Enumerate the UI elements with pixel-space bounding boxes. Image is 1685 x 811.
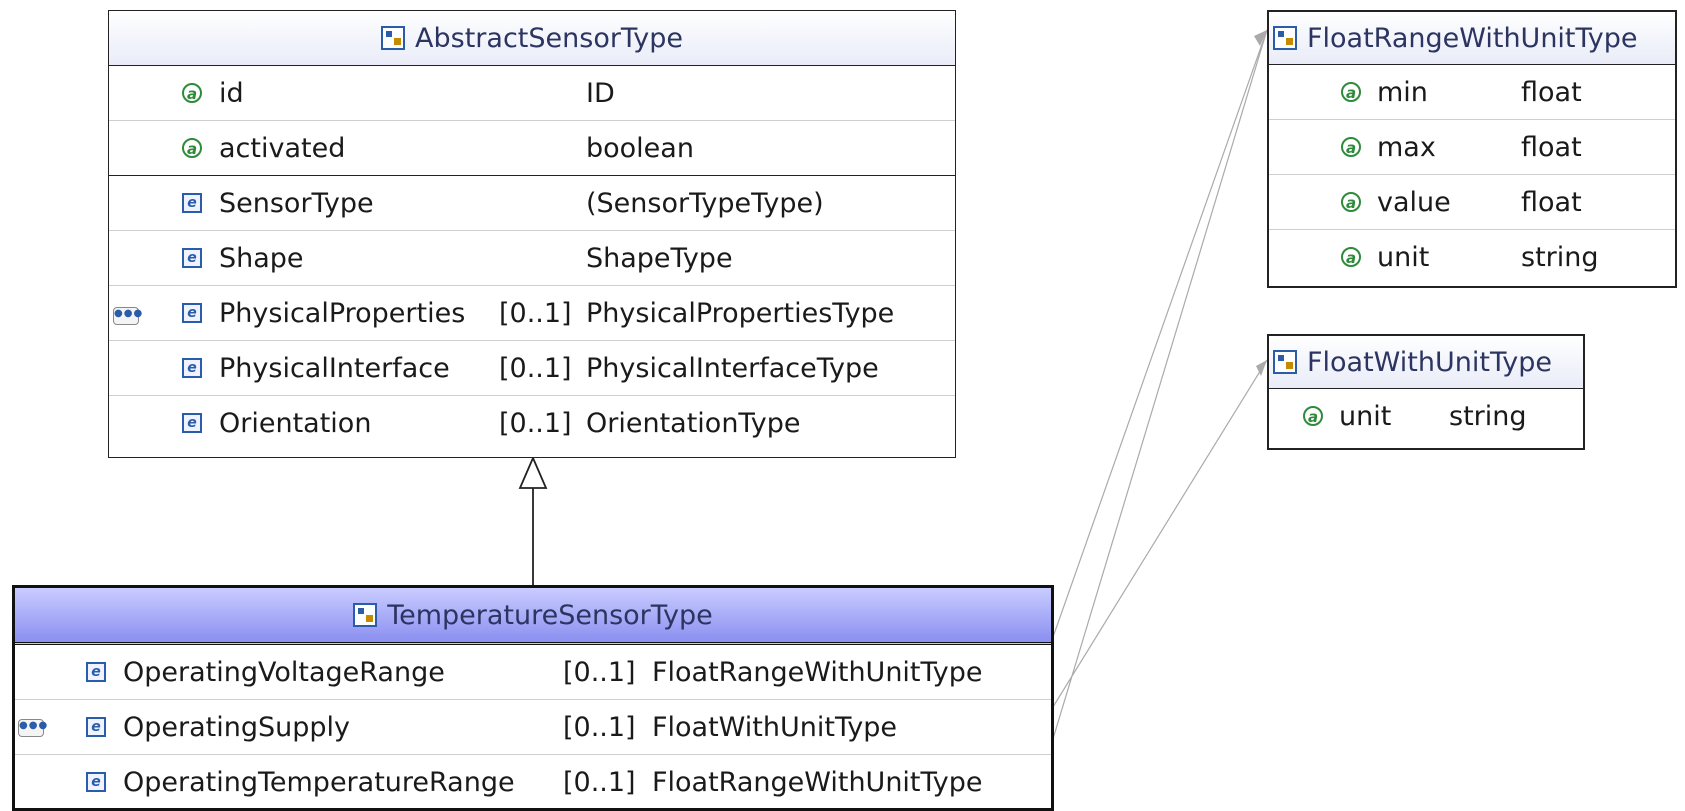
attribute-type: string bbox=[1449, 401, 1527, 432]
attribute-row[interactable]: a id ID bbox=[109, 66, 955, 121]
element-icon: e bbox=[86, 716, 106, 737]
attribute-type: string bbox=[1521, 242, 1599, 273]
abstract-sensor-type-title: AbstractSensorType bbox=[415, 22, 683, 54]
element-row[interactable]: e PhysicalInterface [0..1] PhysicalInter… bbox=[109, 341, 955, 396]
element-row[interactable]: e OperatingVoltageRange [0..1] FloatRang… bbox=[15, 645, 1051, 700]
element-name: Shape bbox=[219, 243, 304, 274]
attribute-type: float bbox=[1521, 187, 1582, 218]
element-row[interactable]: e OperatingSupply [0..1] FloatWithUnitTy… bbox=[15, 700, 1051, 755]
sequence-icon[interactable]: ●●● bbox=[18, 719, 47, 737]
complex-type-icon bbox=[1273, 350, 1297, 374]
attribute-name: unit bbox=[1377, 242, 1430, 273]
complex-type-icon bbox=[1273, 26, 1297, 50]
float-with-unit-header[interactable]: FloatWithUnitType bbox=[1269, 336, 1583, 389]
attribute-icon: a bbox=[182, 137, 202, 158]
element-type: PhysicalPropertiesType bbox=[586, 298, 895, 329]
complex-type-icon bbox=[381, 26, 406, 50]
attribute-row[interactable]: a max float bbox=[1269, 120, 1675, 175]
element-row[interactable]: e SensorType (SensorTypeType) bbox=[109, 176, 955, 231]
element-row[interactable]: e PhysicalProperties [0..1] PhysicalProp… bbox=[109, 286, 955, 341]
abstract-sensor-type-box[interactable]: AbstractSensorType a id ID a activated b… bbox=[108, 10, 956, 458]
attribute-type: float bbox=[1521, 77, 1582, 108]
attribute-icon: a bbox=[1341, 246, 1361, 267]
attribute-name: activated bbox=[219, 133, 346, 164]
abstract-sensor-type-header[interactable]: AbstractSensorType bbox=[109, 11, 955, 66]
attribute-icon: a bbox=[1341, 191, 1361, 212]
attribute-name: max bbox=[1377, 132, 1436, 163]
element-icon: e bbox=[182, 412, 202, 433]
reference-arrowheads bbox=[1254, 30, 1267, 376]
element-type: OrientationType bbox=[586, 408, 801, 439]
temperature-sensor-type-title: TemperatureSensorType bbox=[387, 599, 713, 631]
element-multiplicity: [0..1] bbox=[499, 353, 572, 384]
attribute-name: id bbox=[219, 78, 244, 109]
attribute-row[interactable]: a unit string bbox=[1269, 389, 1583, 443]
attribute-row[interactable]: a unit string bbox=[1269, 230, 1675, 284]
element-type: (SensorTypeType) bbox=[586, 188, 824, 219]
element-name: Orientation bbox=[219, 408, 372, 439]
element-multiplicity: [0..1] bbox=[499, 298, 572, 329]
attribute-type: ID bbox=[586, 78, 615, 109]
element-multiplicity: [0..1] bbox=[563, 767, 636, 798]
element-name: OperatingVoltageRange bbox=[123, 657, 445, 688]
float-with-unit-title: FloatWithUnitType bbox=[1307, 346, 1552, 378]
float-with-unit-type-box[interactable]: FloatWithUnitType a unit string bbox=[1267, 334, 1585, 450]
temperature-sensor-type-box[interactable]: TemperatureSensorType e OperatingVoltage… bbox=[12, 585, 1054, 811]
float-range-title: FloatRangeWithUnitType bbox=[1307, 22, 1638, 54]
element-multiplicity: [0..1] bbox=[563, 657, 636, 688]
type-reference-lines bbox=[1039, 29, 1268, 783]
complex-type-icon bbox=[353, 603, 378, 627]
element-type: FloatWithUnitType bbox=[652, 712, 897, 743]
element-multiplicity: [0..1] bbox=[499, 408, 572, 439]
attribute-name: unit bbox=[1339, 401, 1392, 432]
element-name: PhysicalInterface bbox=[219, 353, 450, 384]
element-type: ShapeType bbox=[586, 243, 733, 274]
sequence-icon[interactable]: ●●● bbox=[113, 307, 142, 325]
element-name: SensorType bbox=[219, 188, 374, 219]
element-name: OperatingTemperatureRange bbox=[123, 767, 515, 798]
element-row[interactable]: e Orientation [0..1] OrientationType bbox=[109, 396, 955, 450]
element-row[interactable]: e OperatingTemperatureRange [0..1] Float… bbox=[15, 755, 1051, 809]
attribute-name: value bbox=[1377, 187, 1451, 218]
element-multiplicity: [0..1] bbox=[563, 712, 636, 743]
element-icon: e bbox=[182, 247, 202, 268]
element-icon: e bbox=[182, 357, 202, 378]
attribute-type: float bbox=[1521, 132, 1582, 163]
attribute-row[interactable]: a value float bbox=[1269, 175, 1675, 230]
float-range-header[interactable]: FloatRangeWithUnitType bbox=[1269, 12, 1675, 65]
attribute-icon: a bbox=[1341, 136, 1361, 157]
element-icon: e bbox=[182, 302, 202, 323]
element-type: PhysicalInterfaceType bbox=[586, 353, 879, 384]
element-row[interactable]: e Shape ShapeType bbox=[109, 231, 955, 286]
element-icon: e bbox=[182, 192, 202, 213]
float-range-with-unit-type-box[interactable]: FloatRangeWithUnitType a min float a max… bbox=[1267, 10, 1677, 288]
inheritance-arrow bbox=[518, 455, 548, 587]
attribute-icon: a bbox=[182, 82, 202, 103]
attribute-icon: a bbox=[1303, 405, 1323, 426]
attribute-row[interactable]: a activated boolean bbox=[109, 121, 955, 175]
element-icon: e bbox=[86, 661, 106, 682]
element-type: FloatRangeWithUnitType bbox=[652, 767, 983, 798]
attribute-icon: a bbox=[1341, 81, 1361, 102]
attribute-name: min bbox=[1377, 77, 1428, 108]
element-name: OperatingSupply bbox=[123, 712, 350, 743]
element-icon: e bbox=[86, 771, 106, 792]
attribute-row[interactable]: a min float bbox=[1269, 65, 1675, 120]
attribute-type: boolean bbox=[586, 133, 694, 164]
element-type: FloatRangeWithUnitType bbox=[652, 657, 983, 688]
temperature-sensor-type-header[interactable]: TemperatureSensorType bbox=[15, 588, 1051, 645]
element-name: PhysicalProperties bbox=[219, 298, 466, 329]
